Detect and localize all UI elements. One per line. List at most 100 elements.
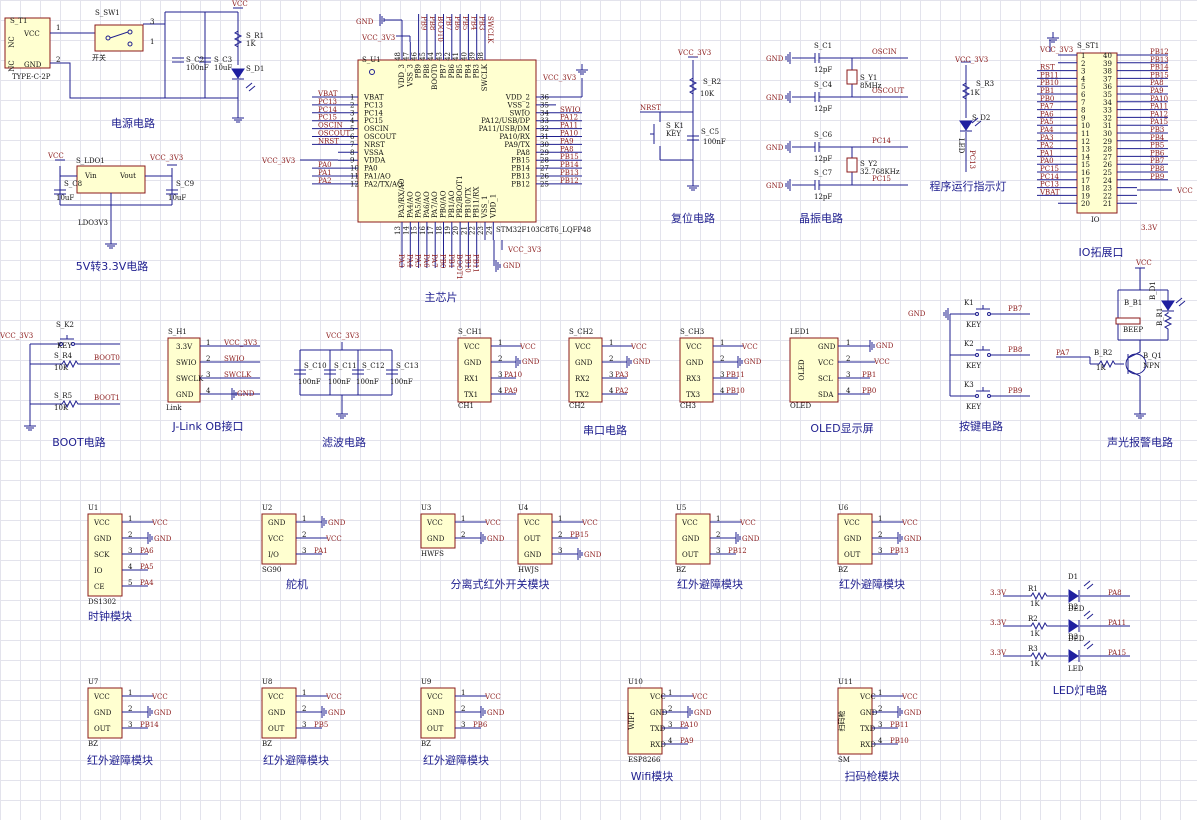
ref-y1: S_Y1 (860, 74, 877, 82)
uart-pin-label: TX3 (686, 391, 700, 399)
io-net-left: PB1 (1040, 87, 1054, 95)
mcu-pin-label-top: PB6 (448, 63, 456, 78)
jlink-pin-label: SWCLK (176, 375, 204, 383)
uart-pin-label: TX2 (575, 391, 589, 399)
mcu-pin-number: 35 (540, 101, 549, 109)
net-gnd: GND (154, 535, 172, 543)
module-pin-label: VCC (426, 693, 443, 701)
transistor-icon (1127, 351, 1141, 359)
pin-num: 3 (128, 547, 132, 555)
mcu-pin-label-right: SWIO (510, 109, 531, 117)
ref-st1io: S_ST1 (1077, 42, 1099, 50)
uart-net: PA3 (615, 371, 629, 379)
mcu-pin-label-right: PB15 (511, 157, 530, 165)
pin-num: 2 (716, 531, 720, 539)
part-module: BZ (838, 566, 848, 574)
ref-r3: S_R3 (976, 80, 994, 88)
key-k1-icon (987, 312, 991, 316)
mcu-net-bottom: PB11 (472, 254, 480, 273)
led-d1-icon (231, 68, 245, 79)
pin-num: 3 (846, 371, 850, 379)
net-gnd: GND (522, 358, 540, 366)
io-net-right: PA9 (1150, 87, 1164, 95)
value-bq1: NPN (1143, 362, 1160, 370)
io-pin-number: 15 (1081, 161, 1090, 169)
ref-uart: S_CH3 (680, 328, 704, 336)
pin-num: 3 (302, 721, 306, 729)
ref-r4: S_R4 (54, 352, 73, 360)
part-uart: CH2 (569, 402, 585, 410)
mcu-net-left: PA2 (318, 177, 332, 185)
value-key: KEY (966, 321, 981, 329)
key-net: PB9 (1008, 387, 1022, 395)
mcu-pin-number: 45 (419, 52, 427, 61)
mcu-net-left: PA1 (318, 169, 332, 177)
mcu-net-left: NRST (318, 137, 339, 145)
pin-num: 1 (558, 515, 562, 523)
net-vcc: VCC (901, 519, 918, 527)
io-pin-number: 39 (1103, 60, 1112, 68)
led-net: PA15 (1108, 649, 1126, 657)
mcu-net-top: PB6 (453, 16, 461, 31)
mcu-pin-number: 11 (350, 173, 359, 181)
mcu-net-left: OSCOUT (318, 130, 351, 138)
mcu-pin-number: 25 (540, 180, 549, 188)
mcu-net-left: PA0 (318, 161, 332, 169)
net-vcc33: VCC_3V3 (507, 246, 541, 254)
module-net: PA4 (140, 579, 154, 587)
section-title-reset: 复位电路 (671, 211, 715, 225)
module-pin-label: OUT (682, 551, 699, 559)
io-pin-number: 10 (1081, 122, 1090, 130)
pin-num: 1 (498, 339, 502, 347)
ref-uart: S_CH1 (458, 328, 482, 336)
io-pin-number: 29 (1103, 138, 1112, 146)
io-net-left: VBAT (1039, 188, 1060, 196)
ref-d1: S_D1 (246, 65, 264, 73)
io-net-right: PB6 (1150, 149, 1165, 157)
module-pin-label: GND (682, 535, 700, 543)
io-net-left: PC14 (1040, 173, 1060, 181)
uart-pin-label: RX1 (464, 375, 479, 383)
io-pin-number: 38 (1103, 68, 1112, 76)
section-title-keys: 按键电路 (959, 419, 1003, 433)
pin-num: 4 (878, 737, 883, 745)
ref-module: U10 (628, 678, 643, 686)
io-pin-number: 22 (1103, 192, 1112, 200)
net-33: 3.3V (1141, 224, 1158, 232)
pin-num: 1 (150, 38, 154, 46)
mcu-net-right: PA8 (560, 145, 574, 153)
module-title: 红外避障模块 (87, 753, 153, 767)
pin-num: 1 (668, 689, 672, 697)
io-net-right: PA12 (1150, 110, 1168, 118)
module-inner-label: WIFI (628, 712, 636, 730)
section-title-jlink: J-Link OB接口 (171, 420, 243, 433)
net-pa7: PA7 (1056, 349, 1070, 357)
mcu-pin-number: 6 (350, 133, 355, 141)
section-title-boot: BOOT电路 (52, 436, 105, 449)
module-pin-label: I/O (268, 551, 279, 559)
pin-num: 3 (498, 371, 502, 379)
uart-net: PB10 (726, 387, 745, 395)
net-gnd: GND (876, 342, 894, 350)
mcu-pin-label-left: PA1/AO (364, 173, 391, 181)
pin-num: 3 (461, 721, 465, 729)
net-vcc: VCC (325, 535, 342, 543)
led-d2-icon (959, 120, 973, 131)
mcu-pin-label-right: PA10/RX (499, 133, 530, 141)
section-title-crystal: 晶振电路 (799, 211, 843, 225)
mcu-pin-number: 15 (411, 226, 419, 235)
value-c4: 12pF (814, 105, 832, 113)
net-gnd: GND (487, 709, 505, 717)
mcu-net-top: PB4 (469, 16, 477, 31)
value-c8: 10uF (56, 194, 74, 202)
module-title: 红外避障模块 (839, 577, 905, 591)
mcu-pin-number: 34 (540, 109, 549, 117)
module-pin-label: GND (524, 551, 542, 559)
light-arrow-icon (1083, 640, 1091, 647)
ref-r1: S_R1 (246, 32, 264, 40)
module-pin-label: GND (860, 709, 878, 717)
io-net-left: PC13 (1040, 181, 1059, 189)
ref-led-d: D2 (1068, 603, 1078, 611)
net-gnd: GND (237, 390, 255, 398)
io-pin-number: 23 (1103, 185, 1112, 193)
